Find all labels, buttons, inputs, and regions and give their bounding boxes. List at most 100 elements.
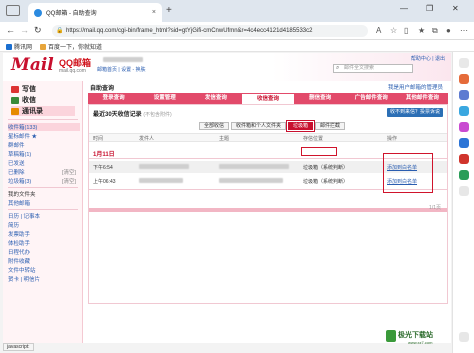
top-links[interactable]: 帮助中心 | 退出	[411, 55, 445, 62]
favorites-icon[interactable]: ★	[418, 26, 425, 35]
tab-bar: QQ邮箱 - 自助查询 × + — ❐ ✕	[0, 0, 474, 22]
profile-icon[interactable]: ●	[446, 26, 451, 35]
filter-group: 全部收信 收件箱和个人文件夹 垃圾箱 邮件拦截	[199, 120, 346, 132]
col-subject: 主题	[219, 136, 230, 142]
row-subject	[219, 164, 289, 171]
tab-login-query[interactable]: 登录查询	[88, 93, 139, 104]
complain-button[interactable]: 收不到来信？投票诉说	[387, 108, 443, 117]
edge-sidebar	[452, 52, 474, 353]
app-cards[interactable]: 贺卡 | 明信片	[8, 275, 80, 283]
contacts-button[interactable]: 通讯录	[11, 106, 75, 116]
minimize-button[interactable]: —	[400, 4, 408, 13]
settings-icon[interactable]	[459, 332, 469, 342]
close-window-button[interactable]: ✕	[452, 4, 459, 13]
folder-group[interactable]: 群邮件	[8, 141, 80, 149]
app-calendar[interactable]: 日历 | 记事本	[8, 212, 80, 220]
app-todo[interactable]: 日程代办	[8, 248, 80, 256]
contacts-icon	[11, 107, 19, 115]
panel-title: 最近30天收信记录 (不包含附件)	[93, 112, 172, 118]
office-icon[interactable]	[459, 122, 469, 132]
folder-sent[interactable]: 已发送	[8, 159, 80, 167]
app-invoice[interactable]: 发票助手	[8, 230, 80, 238]
mail-sidebar: 写信 收信 通讯录 收件箱(133) 星标邮件 ★ 群邮件 草稿箱(1) 已发送…	[3, 81, 83, 343]
app-attachments[interactable]: 附件收藏	[8, 257, 80, 265]
collections-icon[interactable]: ⧉	[432, 26, 438, 36]
row-location: 垃圾箱（系统判断）	[303, 179, 349, 185]
folder-drafts[interactable]: 草稿箱(1)	[8, 150, 80, 158]
folder-inbox[interactable]: 收件箱(133)	[8, 123, 80, 131]
mail-logo[interactable]: Mail	[11, 55, 54, 75]
col-sender: 发件人	[139, 136, 155, 142]
forward-icon[interactable]: →	[20, 25, 29, 35]
search-icon[interactable]	[459, 58, 469, 68]
tab-receive-query[interactable]: 收信查询	[241, 93, 295, 104]
other-mailboxes[interactable]: 其他邮箱	[8, 199, 80, 207]
maximize-button[interactable]: ❐	[426, 4, 433, 13]
app-resume[interactable]: 简历	[8, 221, 80, 229]
filter-all[interactable]: 全部收信	[199, 122, 230, 130]
games-icon[interactable]	[459, 106, 469, 116]
divider	[8, 187, 78, 188]
tab-delete-query[interactable]: 删信查询	[295, 93, 346, 104]
row-subject	[219, 178, 283, 185]
admin-link[interactable]: 我是用户邮箱的管理员	[388, 83, 443, 91]
shopping-icon[interactable]	[459, 74, 469, 84]
tencent-icon	[6, 43, 12, 50]
filter-spam[interactable]: 垃圾箱	[286, 120, 316, 132]
qq-mail-page: Mail QQ邮箱 mail.qq.com 邮箱首页 | 设置 - 换肤 ⌕ 邮…	[3, 53, 451, 343]
tab-close-icon[interactable]: ×	[152, 9, 156, 16]
new-tab-button[interactable]: +	[166, 5, 172, 16]
table-header: 时间 发件人 主题 存信位置 操作	[89, 133, 447, 142]
office-red-icon[interactable]	[459, 154, 469, 164]
refresh-icon[interactable]: ↻	[34, 25, 42, 36]
fav-item-baidu[interactable]: 百度一下，你就知道	[40, 42, 102, 51]
write-button[interactable]: 写信	[11, 84, 75, 94]
tools-icon[interactable]	[459, 90, 469, 100]
tab-send-query[interactable]: 发信查询	[190, 93, 241, 104]
watermark-url: www.xz7.com	[408, 340, 433, 345]
address-bar: ← → ↻ 🔒 https://mail.qq.com/cgi-bin/fram…	[0, 22, 474, 40]
outlook-icon[interactable]	[459, 138, 469, 148]
tab-other-query[interactable]: 其他邮件查询	[397, 93, 448, 104]
filter-inbox-folders[interactable]: 收件箱和个人文件夹	[231, 122, 287, 130]
qq-mail-favicon-icon	[34, 8, 42, 17]
add-icon[interactable]	[459, 186, 469, 196]
row-sender	[139, 164, 189, 171]
my-folders[interactable]: 我的文件夹	[8, 190, 80, 198]
tab-ad-query[interactable]: 广告邮件查询	[346, 93, 397, 104]
filter-blocked[interactable]: 邮件拦截	[315, 122, 346, 130]
folder-deleted[interactable]: 已删除 [清空]	[8, 168, 80, 176]
mail-search-input[interactable]: ⌕ 邮件全文搜索	[333, 64, 413, 73]
empty-deleted-link[interactable]: [清空]	[62, 168, 76, 176]
baidu-icon	[40, 43, 46, 50]
fav-item-tencent[interactable]: 腾讯网	[6, 42, 32, 51]
browser-tab[interactable]: QQ邮箱 - 自助查询 ×	[28, 3, 162, 22]
col-action: 操作	[387, 136, 398, 142]
row-time: 上午06:43	[93, 179, 116, 185]
split-screen-icon[interactable]: ▯	[404, 26, 408, 35]
write-icon	[11, 85, 19, 93]
row-time: 下午6:54	[93, 165, 113, 171]
app-file-transfer[interactable]: 文件中转站	[8, 266, 80, 274]
url-text: https://mail.qq.com/cgi-bin/frame_html?s…	[66, 28, 313, 34]
search-icon: ⌕	[336, 65, 340, 71]
app-checkup[interactable]: 体检助手	[8, 239, 80, 247]
pager: 1/1页	[429, 205, 441, 211]
receive-button[interactable]: 收信	[11, 95, 75, 105]
tab-actions-icon[interactable]	[6, 5, 20, 16]
folder-spam[interactable]: 垃圾箱(3) [清空]	[8, 177, 80, 185]
back-icon[interactable]: ←	[6, 25, 15, 35]
favorite-star-icon[interactable]: ☆	[390, 26, 397, 35]
lock-icon: 🔒	[56, 28, 64, 34]
user-links[interactable]: 邮箱首页 | 设置 - 换肤	[97, 66, 146, 73]
watermark-logo-icon	[386, 330, 396, 342]
read-aloud-icon[interactable]: A	[376, 26, 381, 35]
drop-icon[interactable]	[459, 170, 469, 180]
menu-icon[interactable]: ⋯	[460, 26, 468, 35]
url-field[interactable]: 🔒 https://mail.qq.com/cgi-bin/frame_html…	[52, 25, 368, 37]
folder-starred[interactable]: 星标邮件 ★	[8, 132, 80, 140]
empty-spam-link[interactable]: [清空]	[62, 177, 76, 185]
fav-label: 百度一下，你就知道	[48, 45, 103, 51]
fav-label: 腾讯网	[14, 45, 33, 51]
tab-settings-manage[interactable]: 设置管理	[139, 93, 190, 104]
